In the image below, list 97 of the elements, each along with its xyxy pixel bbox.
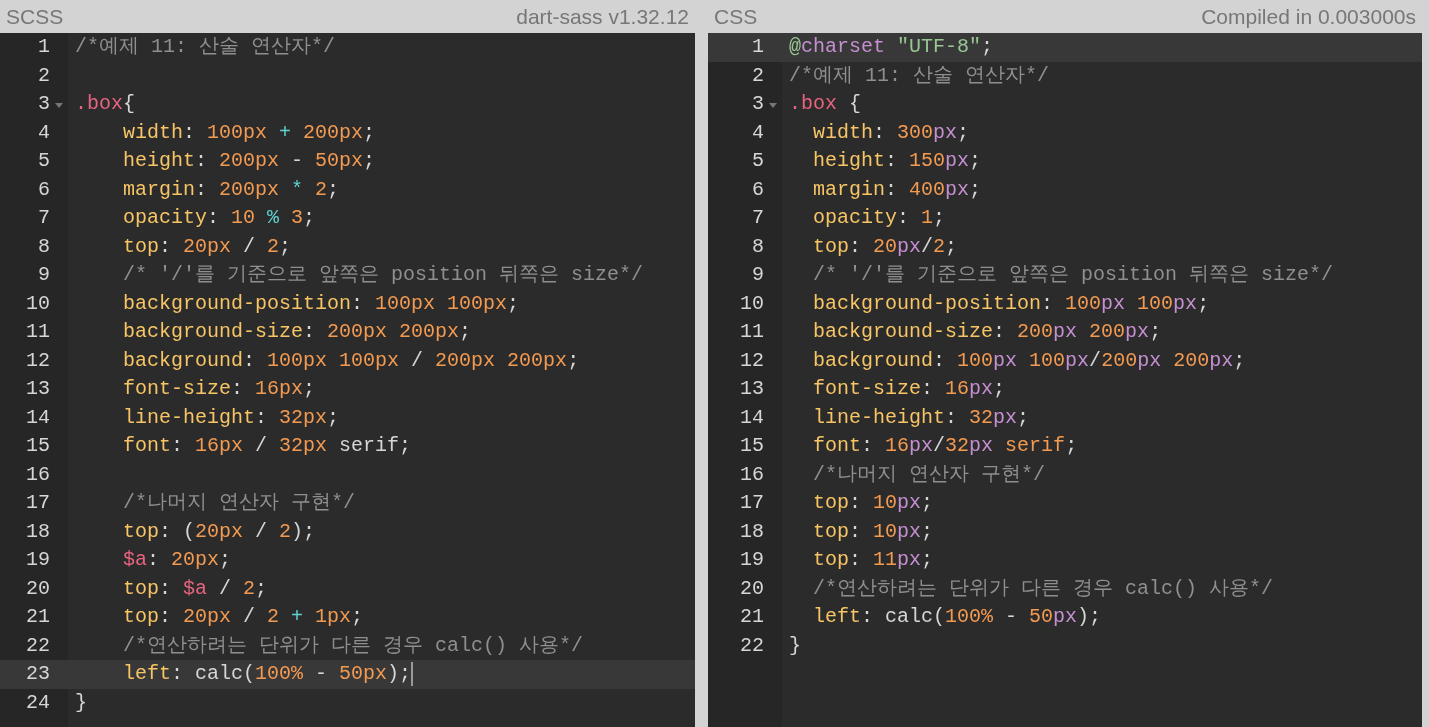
code-line: background-position: 100px 100px; <box>122 290 520 317</box>
line-number: 12 <box>25 347 50 374</box>
code-line: top: 10px; <box>812 490 934 516</box>
line-number: 17 <box>25 490 50 516</box>
code-line: @charset "UTF-8"; <box>789 34 994 60</box>
line-number: 15 <box>739 433 764 459</box>
line-number: 19 <box>25 547 50 573</box>
code-line: .box{ <box>75 91 136 117</box>
code-line: background-size: 200px 200px; <box>812 319 1162 345</box>
code-line: left: calc(100% - 50px); <box>122 661 412 687</box>
line-number: 2 <box>751 62 764 89</box>
line-number: 10 <box>25 290 50 317</box>
code-line: /*예제 11: 산술 연산자*/ <box>75 34 336 60</box>
code-line: top: $a / 2; <box>122 575 268 602</box>
code-line: /*나머지 연산자 구현*/ <box>812 461 1045 488</box>
code-line: height: 200px - 50px; <box>122 148 376 174</box>
line-number: 10 <box>739 290 764 317</box>
line-number: 16 <box>739 461 764 488</box>
line-number: 6 <box>751 176 764 203</box>
line-number: 1 <box>37 34 50 60</box>
code-line: top: 20px/2; <box>812 233 958 260</box>
line-number: 5 <box>37 148 50 174</box>
code-line: width: 300px; <box>812 119 970 146</box>
line-number: 23 <box>25 661 50 687</box>
panel-info: Compiled in 0.003000s <box>1201 3 1416 30</box>
line-number: 8 <box>751 233 764 260</box>
code-line: opacity: 10 % 3; <box>122 205 316 231</box>
code-line: font: 16px / 32px serif; <box>122 433 412 459</box>
panel-title: SCSS <box>6 3 64 30</box>
code-line: } <box>789 632 801 659</box>
code-line: margin: 400px; <box>812 176 982 203</box>
line-number: 20 <box>25 575 50 602</box>
line-number: 7 <box>37 205 50 231</box>
line-number: 8 <box>37 233 50 260</box>
code-line: height: 150px; <box>812 148 982 174</box>
code-line: top: 11px; <box>812 547 934 573</box>
line-number: 15 <box>25 433 50 459</box>
code-line: width: 100px + 200px; <box>122 119 376 146</box>
line-number: 7 <box>751 205 764 231</box>
line-number: 12 <box>739 347 764 374</box>
fold-caret-icon[interactable] <box>55 102 63 108</box>
line-number: 3 <box>751 91 764 117</box>
code-line: .box { <box>789 91 862 117</box>
code-line: font-size: 16px; <box>122 376 316 402</box>
code-line: line-height: 32px; <box>812 404 1030 431</box>
fold-caret-icon[interactable] <box>769 102 777 108</box>
code-line: font-size: 16px; <box>812 376 1006 402</box>
code-line: top: 20px / 2 + 1px; <box>122 604 364 630</box>
line-number: 21 <box>739 604 764 630</box>
line-number: 18 <box>25 518 50 545</box>
code-line: font: 16px/32px serif; <box>812 433 1078 459</box>
line-number: 21 <box>25 604 50 630</box>
line-number: 14 <box>739 404 764 431</box>
code-line: top: 10px; <box>812 518 934 545</box>
code-line: background: 100px 100px / 200px 200px; <box>122 347 580 374</box>
code-line: background: 100px 100px/200px 200px; <box>812 347 1246 374</box>
line-number: 9 <box>37 262 50 288</box>
line-number: 11 <box>739 319 764 345</box>
line-number: 4 <box>751 119 764 146</box>
code-line: /*연산하려는 단위가 다른 경우 calc() 사용*/ <box>122 632 584 659</box>
code-line: background-position: 100px 100px; <box>812 290 1210 317</box>
line-number: 19 <box>739 547 764 573</box>
line-number: 2 <box>37 62 50 89</box>
code-line: $a: 20px; <box>122 547 232 573</box>
line-number: 4 <box>37 119 50 146</box>
line-number: 18 <box>739 518 764 545</box>
code-line: top: (20px / 2); <box>122 518 316 545</box>
line-number: 3 <box>37 91 50 117</box>
panel-title: CSS <box>714 3 758 30</box>
code-line: } <box>75 689 87 716</box>
line-number: 14 <box>25 404 50 431</box>
line-number: 16 <box>25 461 50 488</box>
code-line: background-size: 200px 200px; <box>122 319 472 345</box>
code-line: /*예제 11: 산술 연산자*/ <box>789 62 1050 89</box>
line-number: 13 <box>25 376 50 402</box>
line-number: 17 <box>739 490 764 516</box>
code-line: line-height: 32px; <box>122 404 340 431</box>
code-line: margin: 200px * 2; <box>122 176 340 203</box>
text-cursor <box>411 662 414 687</box>
line-number: 22 <box>25 632 50 659</box>
code-line: left: calc(100% - 50px); <box>812 604 1102 630</box>
code-line: top: 20px / 2; <box>122 233 292 260</box>
code-line: /*나머지 연산자 구현*/ <box>122 490 356 516</box>
line-number: 20 <box>739 575 764 602</box>
line-number: 5 <box>751 148 764 174</box>
line-number: 6 <box>37 176 50 203</box>
code-line: /* '/'를 기준으로 앞쪽은 position 뒤쪽은 size*/ <box>122 262 644 288</box>
code-line: opacity: 1; <box>812 205 946 231</box>
line-number: 24 <box>25 689 50 716</box>
code-line: /* '/'를 기준으로 앞쪽은 position 뒤쪽은 size*/ <box>812 262 1334 288</box>
panel-info: dart-sass v1.32.12 <box>516 3 689 30</box>
line-number: 13 <box>739 376 764 402</box>
line-number: 11 <box>25 319 50 345</box>
code-line: /*연산하려는 단위가 다른 경우 calc() 사용*/ <box>812 575 1274 602</box>
line-number: 1 <box>751 34 764 60</box>
line-number: 9 <box>751 262 764 288</box>
line-number: 22 <box>739 632 764 659</box>
